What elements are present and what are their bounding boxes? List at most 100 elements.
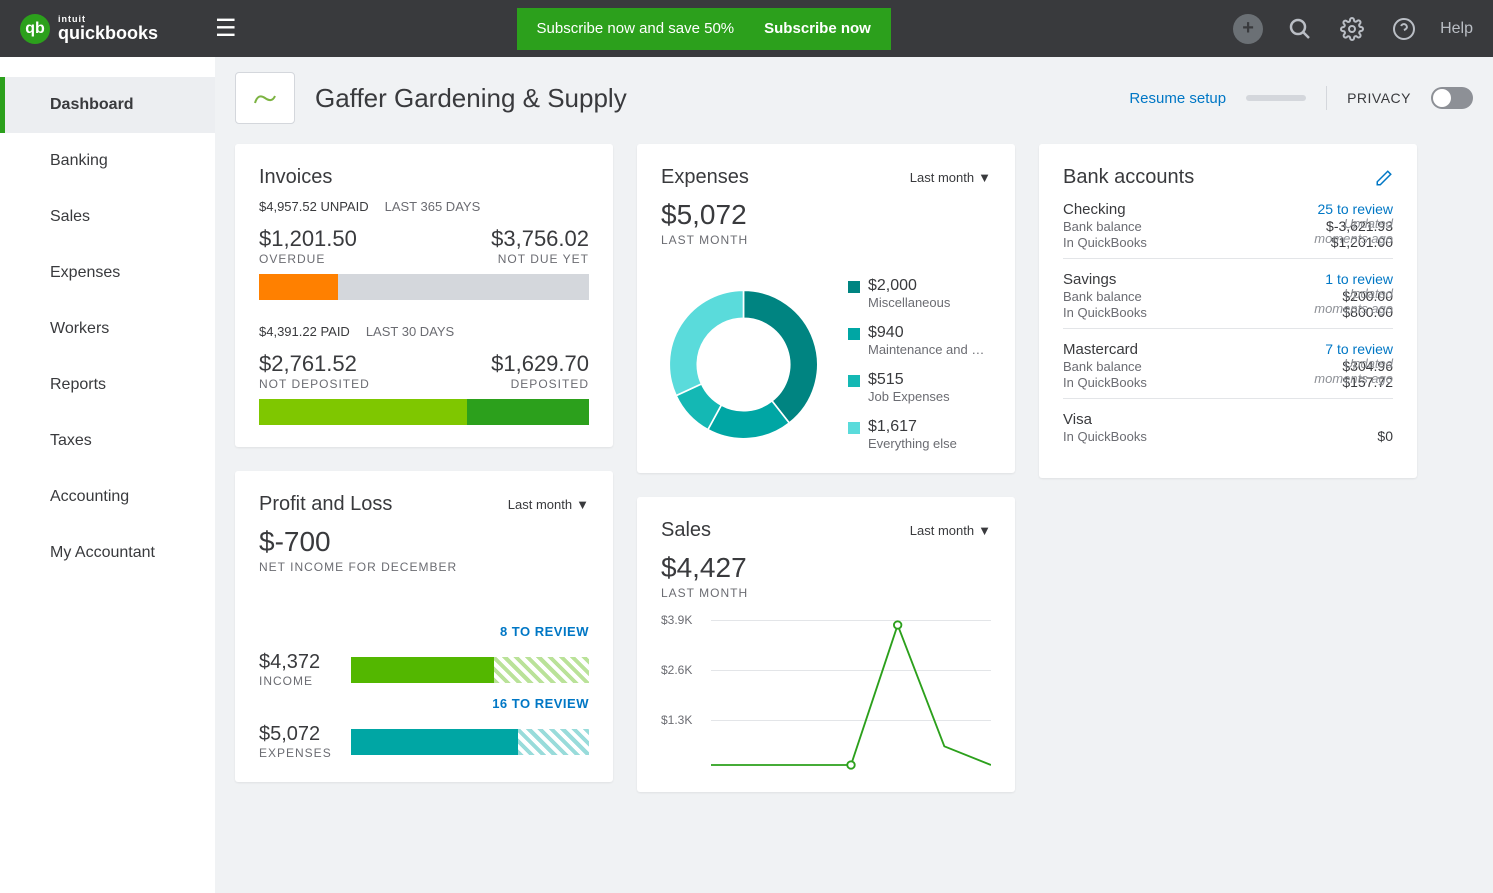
expenses-subtitle: LAST MONTH [661, 233, 991, 247]
legend-amount: $2,000 [868, 277, 950, 295]
sales-title: Sales [661, 519, 711, 542]
notdeposited-value: $2,761.52 [259, 351, 370, 377]
nav-taxes[interactable]: Taxes [0, 413, 215, 469]
swatch-icon [848, 375, 860, 387]
expenses-title: Expenses [661, 166, 749, 189]
swatch-icon [848, 281, 860, 293]
nav-dashboard[interactable]: Dashboard [0, 77, 215, 133]
notdue-label: NOT DUE YET [491, 252, 589, 266]
hamburger-icon[interactable]: ☰ [195, 14, 257, 43]
review-link[interactable]: 25 to review [1318, 201, 1393, 217]
profit-loss-card: Profit and Loss Last month ▼ $-700 NET I… [235, 471, 613, 782]
nav-accountant[interactable]: My Accountant [0, 525, 215, 581]
account-name: Savings [1063, 271, 1116, 288]
notdue-value: $3,756.02 [491, 226, 589, 252]
nav-sales[interactable]: Sales [0, 189, 215, 245]
bank-title: Bank accounts [1063, 166, 1194, 189]
qb-logo-icon: qb [20, 14, 50, 44]
search-icon[interactable] [1284, 13, 1316, 45]
nav-expenses[interactable]: Expenses [0, 245, 215, 301]
legend-label: Miscellaneous [868, 295, 950, 310]
account-name: Visa [1063, 411, 1092, 428]
sales-ytick-1: $2.6K [661, 663, 692, 677]
privacy-toggle[interactable] [1431, 87, 1473, 109]
pl-income-label: INCOME [259, 674, 339, 688]
legend-amount: $940 [868, 324, 984, 342]
swatch-icon [848, 422, 860, 434]
logo[interactable]: qb intuit quickbooks [0, 14, 195, 44]
in-qb-label: In QuickBooks [1063, 375, 1147, 390]
sidebar: Dashboard Banking Sales Expenses Workers… [0, 57, 215, 893]
pl-income-value: $4,372 [259, 651, 339, 674]
unpaid-period: LAST 365 DAYS [385, 199, 481, 214]
pl-period-label: Last month [508, 497, 572, 512]
expense-legend-item[interactable]: $1,617Everything else [848, 418, 991, 451]
in-qb-label: In QuickBooks [1063, 305, 1147, 320]
bank-balance-value: $-3,621.93 [1326, 218, 1393, 234]
in-qb-value: $0 [1377, 428, 1393, 444]
pl-period-dropdown[interactable]: Last month ▼ [508, 497, 589, 512]
top-bar: qb intuit quickbooks ☰ Subscribe now and… [0, 0, 1493, 57]
nav-banking[interactable]: Banking [0, 133, 215, 189]
overdue-label: OVERDUE [259, 252, 357, 266]
bank-balance-label: Bank balance [1063, 359, 1142, 374]
banner-message: Subscribe now and save 50% [537, 20, 735, 37]
expense-review-link[interactable]: 16 TO REVIEW [259, 696, 589, 711]
expense-legend-item[interactable]: $2,000Miscellaneous [848, 277, 991, 310]
bank-account[interactable]: Checking 25 to review Bank balance $-3,621.… [1063, 189, 1393, 259]
expense-legend-item[interactable]: $940Maintenance and … [848, 324, 991, 357]
review-link[interactable]: 1 to review [1325, 271, 1393, 287]
pl-expense-label: EXPENSES [259, 746, 339, 760]
expenses-period-dropdown[interactable]: Last month ▼ [910, 170, 991, 185]
account-name: Checking [1063, 201, 1126, 218]
income-bar-hatch [494, 657, 589, 683]
legend-amount: $515 [868, 371, 950, 389]
chevron-down-icon: ▼ [978, 170, 991, 185]
logo-text: intuit quickbooks [58, 15, 158, 42]
paid-amount: $4,391.22 PAID [259, 324, 350, 339]
expense-legend-item[interactable]: $515Job Expenses [848, 371, 991, 404]
paid-bar [259, 399, 589, 425]
bank-accounts-card: Bank accounts Checking 25 to review Bank b… [1039, 144, 1417, 478]
privacy-label: PRIVACY [1347, 90, 1411, 106]
nav-reports[interactable]: Reports [0, 357, 215, 413]
bank-balance-label: Bank balance [1063, 219, 1142, 234]
income-review-link[interactable]: 8 TO REVIEW [259, 624, 589, 639]
legend-amount: $1,617 [868, 418, 957, 436]
expense-bar-hatch [518, 729, 589, 755]
bank-account[interactable]: Savings1 to reviewBank balance$200.00In … [1063, 259, 1393, 329]
bank-account[interactable]: Mastercard7 to reviewBank balance$304.96… [1063, 329, 1393, 399]
sales-period-dropdown[interactable]: Last month ▼ [910, 523, 991, 538]
account-name: Mastercard [1063, 341, 1138, 358]
nav-workers[interactable]: Workers [0, 301, 215, 357]
in-qb-value: $800.00 [1342, 304, 1393, 320]
deposited-value: $1,629.70 [491, 351, 589, 377]
in-qb-label: In QuickBooks [1063, 429, 1147, 444]
content: Gaffer Gardening & Supply Resume setup P… [215, 57, 1493, 893]
expenses-period-label: Last month [910, 170, 974, 185]
help-label[interactable]: Help [1440, 20, 1473, 38]
gear-icon[interactable] [1336, 13, 1368, 45]
create-icon[interactable]: + [1232, 13, 1264, 45]
expenses-card: Expenses Last month ▼ $5,072 LAST MONTH … [637, 144, 1015, 473]
bank-account[interactable]: VisaIn QuickBooks $0 [1063, 399, 1393, 456]
company-name: Gaffer Gardening & Supply [315, 83, 627, 114]
pl-net: $-700 [259, 526, 589, 558]
in-qb-value: $1,201.00 [1331, 234, 1393, 250]
review-link[interactable]: 7 to review [1325, 341, 1393, 357]
sales-card: Sales Last month ▼ $4,427 LAST MONTH $3.… [637, 497, 1015, 792]
resume-setup-link[interactable]: Resume setup [1129, 90, 1226, 107]
legend-label: Job Expenses [868, 389, 950, 404]
pencil-icon[interactable] [1375, 169, 1393, 187]
nav-accounting[interactable]: Accounting [0, 469, 215, 525]
subscribe-banner: Subscribe now and save 50% Subscribe now [517, 8, 891, 50]
in-qb-value: $157.72 [1342, 374, 1393, 390]
subscribe-button[interactable]: Subscribe now [764, 20, 871, 37]
income-bar [351, 657, 494, 683]
unpaid-amount: $4,957.52 UNPAID [259, 199, 369, 214]
notdeposited-label: NOT DEPOSITED [259, 377, 370, 391]
company-logo[interactable] [235, 72, 295, 124]
chevron-down-icon: ▼ [978, 523, 991, 538]
divider [1326, 86, 1327, 110]
help-icon[interactable] [1388, 13, 1420, 45]
